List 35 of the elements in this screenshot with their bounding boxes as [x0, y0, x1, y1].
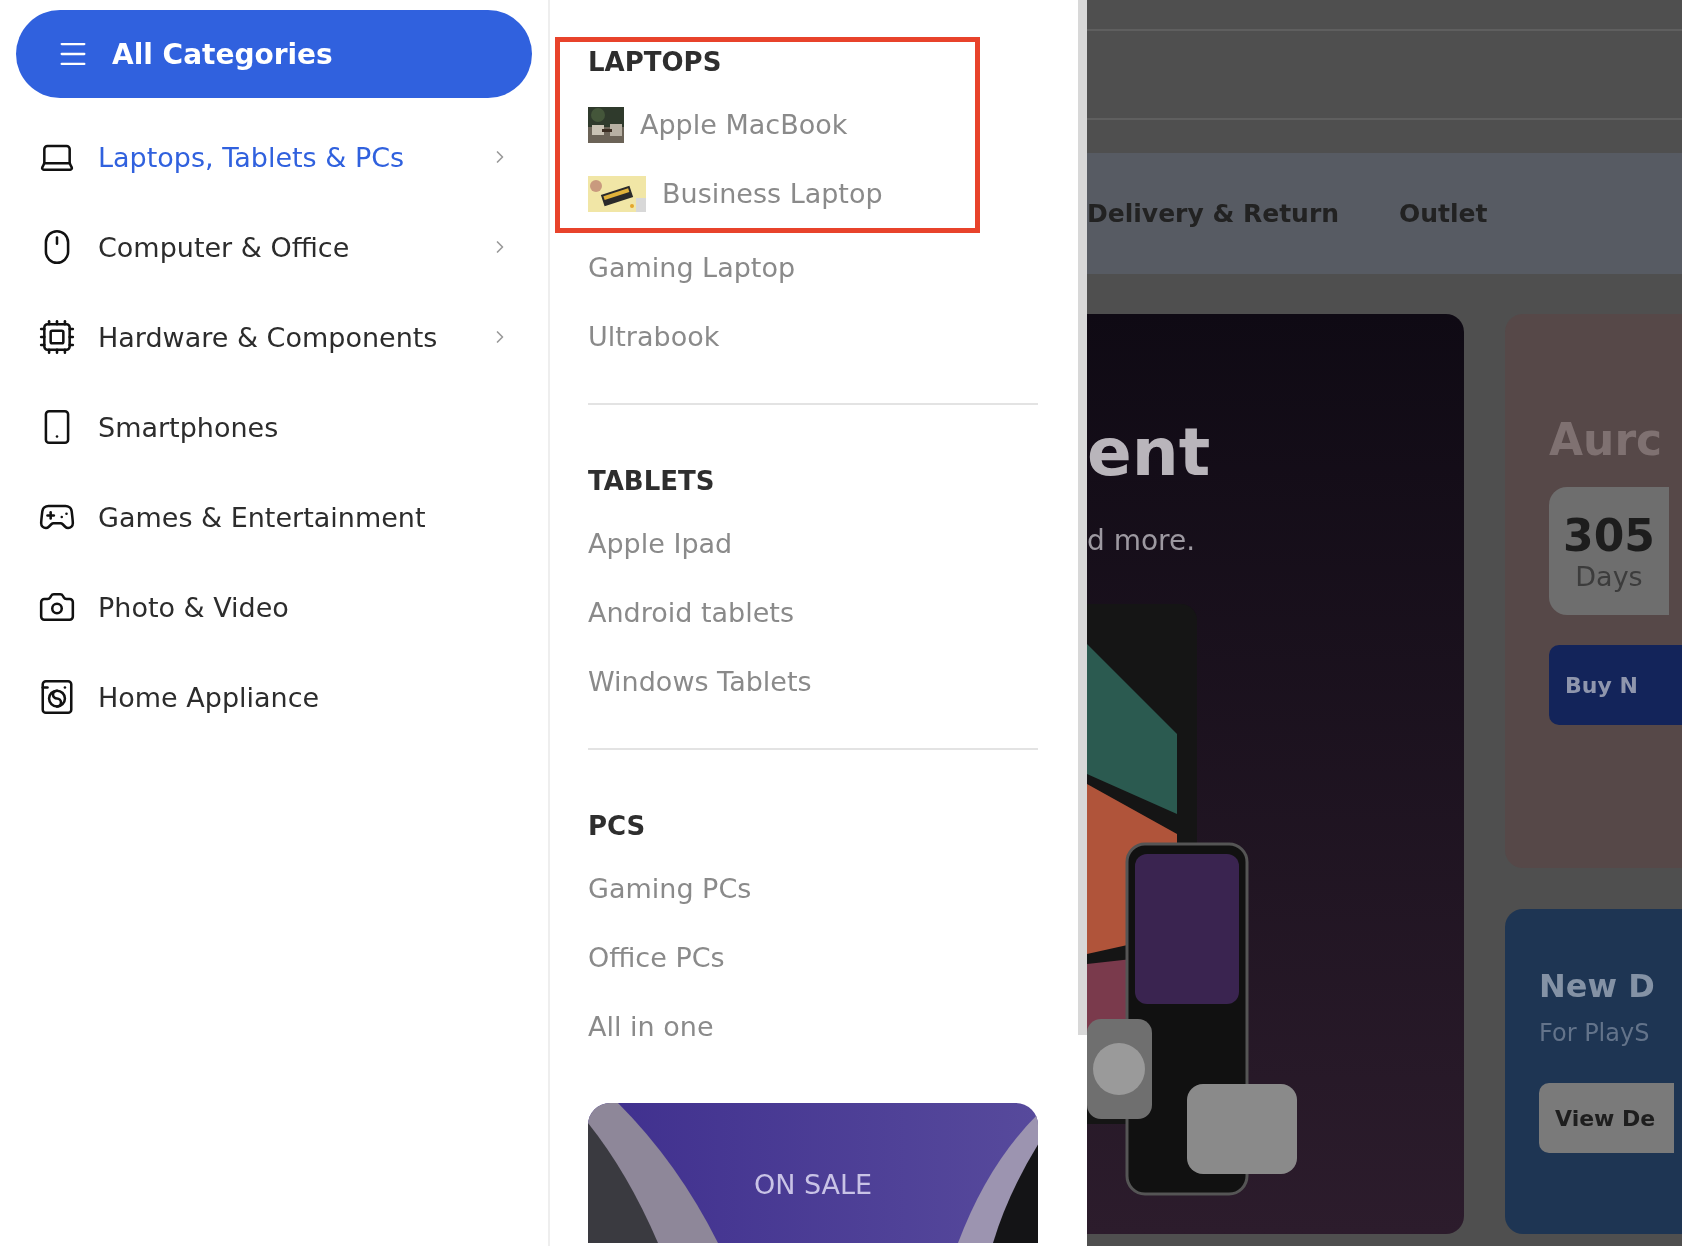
category-item[interactable]: Home Appliance: [16, 652, 532, 742]
deal-subtitle: For PlayS: [1539, 1019, 1651, 1047]
deal-title: New D: [1539, 967, 1656, 1005]
submenu-link[interactable]: Apple MacBook: [588, 90, 975, 159]
chip-icon: [38, 318, 76, 356]
submenu-link[interactable]: Android tablets: [588, 578, 1038, 647]
scrollbar[interactable]: [1078, 0, 1087, 1035]
hero-subtitle: d more.: [1087, 524, 1196, 557]
nav-link[interactable]: Delivery & Return: [1087, 199, 1339, 228]
submenu-link[interactable]: Office PCs: [588, 923, 1038, 992]
submenu-link[interactable]: Ultrabook: [588, 302, 1038, 371]
view-button[interactable]: View De: [1539, 1083, 1674, 1153]
section-heading: PCS: [588, 810, 647, 843]
category-item[interactable]: Smartphones: [16, 382, 532, 472]
countdown-number: 305: [1563, 510, 1655, 561]
submenu-link[interactable]: Windows Tablets: [588, 647, 1038, 716]
submenu-link[interactable]: Gaming PCs: [588, 854, 1038, 923]
category-item[interactable]: Laptops, Tablets & PCs: [16, 112, 532, 202]
washing-machine-icon: [38, 678, 76, 716]
section-heading: LAPTOPS: [588, 46, 723, 79]
section-heading: TABLETS: [588, 465, 716, 498]
hero-title: ent: [1087, 414, 1211, 491]
submenu-link[interactable]: Gaming Laptop: [588, 233, 1038, 302]
sale-banner[interactable]: ON SALE: [588, 1103, 1038, 1243]
submenu-link[interactable]: Apple Ipad: [588, 509, 1038, 578]
category-item[interactable]: Computer & Office: [16, 202, 532, 292]
category-item[interactable]: Games & Entertainment: [16, 472, 532, 562]
banner-text: ON SALE: [752, 1169, 874, 1200]
category-item[interactable]: Photo & Video: [16, 562, 532, 652]
all-categories-button[interactable]: All Categories: [16, 10, 532, 98]
submenu-link[interactable]: All in one: [588, 992, 1038, 1061]
buy-button[interactable]: Buy N: [1549, 645, 1682, 725]
nav-link[interactable]: Outlet: [1399, 199, 1488, 228]
submenu-link[interactable]: Business Laptop: [588, 159, 975, 228]
category-item[interactable]: Hardware & Components: [16, 292, 532, 382]
